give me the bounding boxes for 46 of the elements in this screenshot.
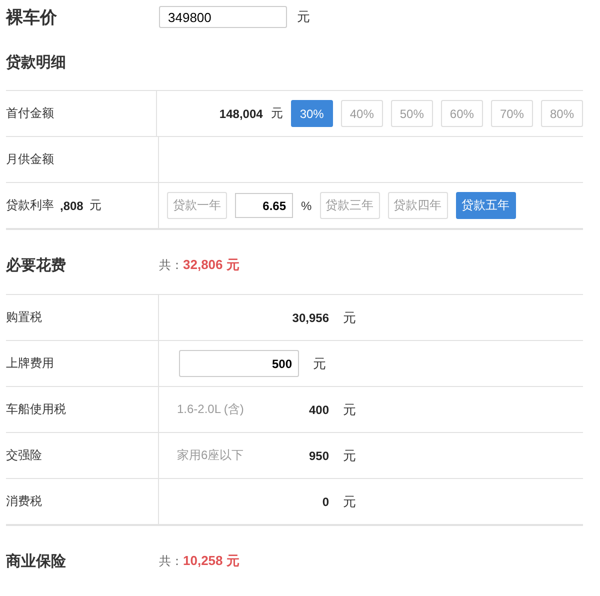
fee-note: 1.6-2.0L (含) (177, 402, 244, 416)
fee-amount: 400 (308, 402, 329, 416)
rate-input-field[interactable]: 6.65 (235, 193, 293, 218)
loan-term-option[interactable]: 贷款三年 (320, 192, 380, 219)
row-label: 首付金额 (6, 105, 54, 122)
unit-label: 元 (343, 308, 356, 326)
percent-option[interactable]: 80% (540, 100, 583, 127)
amount-value: ,808 (60, 198, 84, 212)
amount-value: 148,004 (218, 106, 263, 120)
unit-label: 元 (343, 446, 356, 464)
total-amount: 10,258 元 (183, 552, 240, 570)
row-label: 上牌费用 (6, 355, 54, 372)
percent-option[interactable]: 70% (490, 100, 533, 127)
row-label: 交强险 (6, 447, 42, 464)
row-label: 消费税 (6, 493, 42, 510)
percent-label: % (301, 198, 312, 212)
loan-term-option[interactable]: 贷款五年 (456, 192, 516, 219)
price-label: 裸车价 (6, 6, 58, 28)
section-title: 必要花费 (6, 256, 67, 274)
section-title: 商业保险 (6, 552, 67, 570)
percent-option[interactable]: 60% (440, 100, 483, 127)
loan-term-option[interactable]: 贷款一年 (167, 192, 227, 219)
percent-option[interactable]: 50% (390, 100, 433, 127)
row-label: 车船使用税 (6, 401, 66, 418)
unit-label: 元 (343, 492, 356, 510)
total-prefix: 共： (159, 256, 183, 274)
fee-amount: 0 (321, 494, 329, 508)
unit-label: 元 (313, 354, 326, 372)
loan-term-option[interactable]: 贷款四年 (388, 192, 448, 219)
row-label: 购置税 (6, 309, 42, 326)
fee-amount: 30,956 (291, 310, 329, 324)
unit-label: 元 (270, 105, 283, 122)
unit-label: 元 (343, 400, 356, 418)
unit-label: 元 (297, 8, 310, 26)
fee-amount: 950 (308, 448, 329, 462)
fee-note: 家用6座以下 (177, 448, 244, 462)
row-label: 贷款利率 (6, 197, 54, 214)
percent-option[interactable]: 30% (290, 100, 333, 127)
fee-input-field[interactable]: 500 (179, 350, 299, 377)
total-amount: 32,806 元 (183, 256, 240, 274)
price-input-field[interactable]: 349800 (159, 6, 287, 28)
total-prefix: 共： (159, 552, 183, 570)
percent-option[interactable]: 40% (340, 100, 383, 127)
section-title: 贷款明细 (6, 52, 67, 72)
unit-label: 元 (89, 197, 102, 214)
row-label: 月供金额 (6, 151, 54, 168)
